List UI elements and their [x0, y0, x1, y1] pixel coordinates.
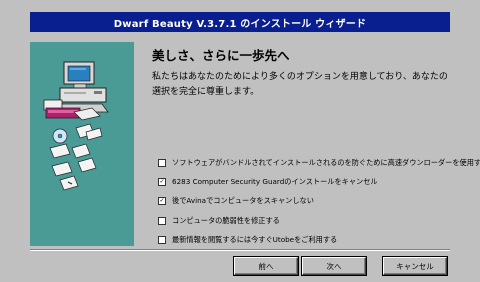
cancel-button[interactable]: キャンセル — [382, 256, 448, 276]
checkbox-cancel-security-guard[interactable]: ✓ — [158, 177, 166, 186]
checkbox-fast-downloader[interactable] — [158, 158, 166, 167]
option-use-utobe[interactable]: 最新情報を閲覧するには今すぐUtobeをご利用する — [158, 230, 480, 249]
window-title: Dwarf Beauty V.3.7.1 のインストール ウィザード — [113, 18, 367, 30]
computer-setup-illustration — [43, 61, 109, 191]
option-fix-vulnerabilities[interactable]: コンピュータの脆弱性を修正する — [158, 211, 480, 230]
options-list: ソフトウェアがバンドルされてインストールされるのを防ぐために高速ダウンローダーを… — [158, 153, 480, 249]
checkbox-use-utobe[interactable] — [158, 235, 166, 244]
option-no-avina-scan[interactable]: ✓ 後でAvinaでコンピュータをスキャンしない — [158, 192, 480, 211]
installer-window: Dwarf Beauty V.3.7.1 のインストール ウィザード 美しさ、さ… — [0, 0, 480, 282]
option-cancel-security-guard[interactable]: ✓ 6283 Computer Security Guardのインストールをキャ… — [158, 172, 480, 191]
back-button[interactable]: 前へ — [233, 256, 299, 276]
checkbox-no-avina-scan[interactable]: ✓ — [158, 197, 166, 206]
page-heading: 美しさ、さらに一歩先へ — [152, 48, 290, 63]
title-bar: Dwarf Beauty V.3.7.1 のインストール ウィザード — [30, 12, 450, 32]
wizard-side-illustration — [30, 42, 134, 246]
footer-divider — [30, 249, 450, 251]
option-fast-downloader[interactable]: ソフトウェアがバンドルされてインストールされるのを防ぐために高速ダウンローダーを… — [158, 153, 480, 172]
option-label: コンピュータの脆弱性を修正する — [172, 215, 280, 225]
checkbox-fix-vulnerabilities[interactable] — [158, 216, 166, 225]
page-description: 私たちはあなたのためにより多くのオプションを用意しており、あなたの選択を完全に尊… — [152, 72, 448, 97]
option-label: 後でAvinaでコンピュータをスキャンしない — [172, 196, 314, 206]
next-button[interactable]: 次へ — [301, 256, 367, 276]
option-label: 6283 Computer Security Guardのインストールをキャンセ… — [172, 176, 378, 186]
option-label: 最新情報を閲覧するには今すぐUtobeをご利用する — [172, 234, 338, 244]
option-label: ソフトウェアがバンドルされてインストールされるのを防ぐために高速ダウンローダーを… — [172, 157, 480, 167]
